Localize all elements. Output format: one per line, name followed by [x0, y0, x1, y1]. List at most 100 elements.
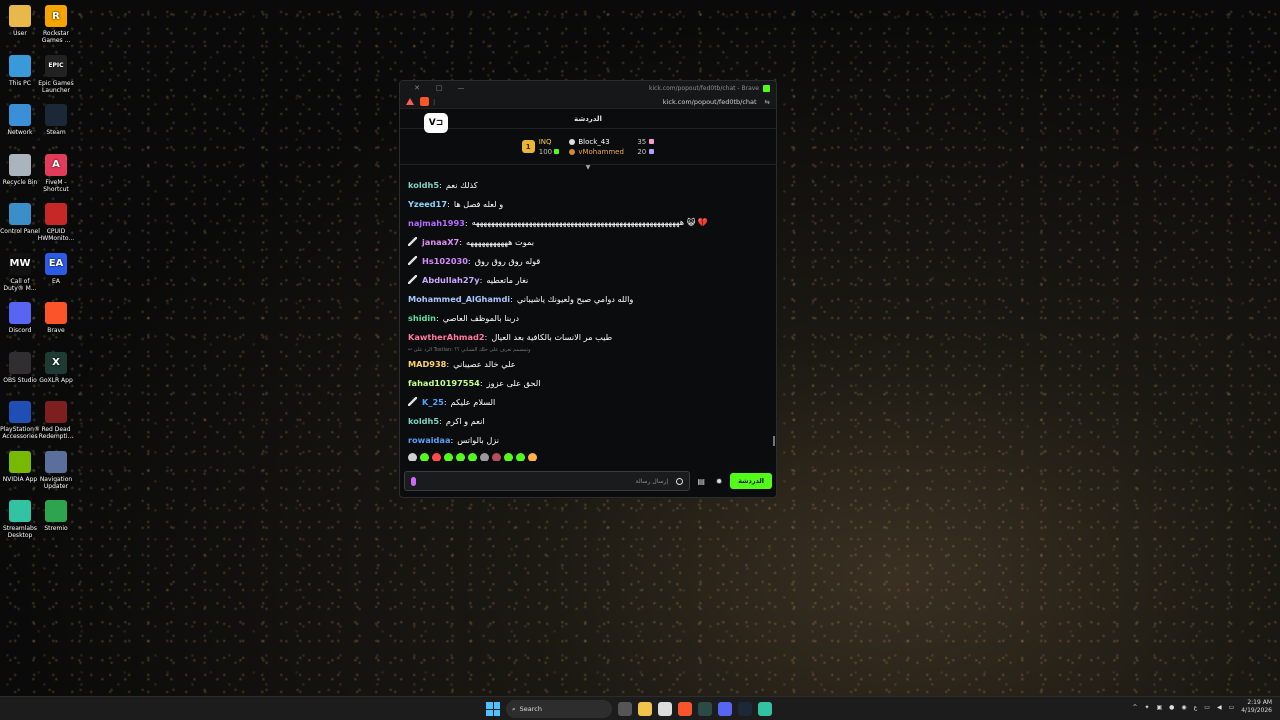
mic-tray-icon[interactable]: ● — [1169, 704, 1174, 711]
desktop-icon[interactable]: NVIDIA App — [0, 450, 40, 483]
store-icon[interactable] — [658, 702, 672, 716]
leaderboard-top[interactable]: 1 INQ 100 — [521, 138, 560, 156]
chat-message[interactable]: KawtherAhmad2: طيب مر الانسات بالكافية بع… — [408, 327, 768, 346]
desktop-icon[interactable]: Red Dead Redempti... — [36, 401, 76, 440]
desktop-icon[interactable]: PlayStation® Accessories — [0, 401, 40, 440]
chat-username[interactable]: KawtherAhmad2 — [408, 332, 485, 342]
desktop-icon[interactable]: Discord — [0, 302, 40, 334]
chat-message[interactable]: rowaidaa: نزل بالواتس — [408, 430, 768, 449]
desktop-icon[interactable]: A FiveM - Shortcut — [36, 153, 76, 193]
volume-icon[interactable]: ◀ — [1217, 704, 1222, 711]
chat-message[interactable]: janaaX7: بموت هههههههههههه — [408, 232, 768, 251]
chat-message[interactable]: K_25: السلام عليكم — [408, 392, 768, 411]
desktop-icon[interactable]: OBS Studio — [0, 351, 40, 384]
taskbar-search[interactable]: ⌕ Search — [506, 700, 612, 718]
desktop-icon[interactable]: This PC — [0, 54, 40, 87]
leaderboard-entry[interactable]: Block_43 35 — [569, 138, 655, 146]
chat-username[interactable]: fahad10197554 — [408, 378, 480, 388]
desktop-icon[interactable]: Recycle Bin — [0, 153, 40, 186]
chat-username[interactable]: shidin — [408, 313, 436, 323]
clock[interactable]: 2:19 AM 4/19/2026 — [1241, 699, 1272, 715]
scrollbar[interactable] — [773, 436, 775, 446]
desktop-icon[interactable]: Stremio — [36, 500, 76, 532]
chat-message[interactable]: koldh5: انعم و اكرم — [408, 411, 768, 430]
network-icon[interactable]: ▭ — [1204, 704, 1210, 711]
desktop-icon[interactable]: Navigation Updater — [36, 450, 76, 490]
chat-message[interactable]: MAD938: علي خالد عصيباني — [408, 354, 768, 373]
chat-message[interactable]: Yzeed17: و لعله فصل ها — [408, 194, 768, 213]
battery-icon[interactable]: ▭ — [1229, 704, 1235, 711]
emote-icon[interactable] — [420, 452, 429, 461]
address-bar[interactable]: | kick.com/popout/fed0tb/chat ⇆ — [400, 95, 776, 109]
chat-username[interactable]: Abdullah27y — [422, 275, 480, 285]
emote-icon[interactable] — [516, 452, 525, 461]
warning-icon[interactable] — [406, 98, 414, 105]
chat-username[interactable]: Hs102030 — [422, 256, 468, 266]
extension-icon[interactable]: ⇆ — [765, 98, 770, 106]
gift-icon[interactable]: ▤ — [694, 474, 708, 488]
desktop-icon[interactable]: MW Call of Duty® M... — [0, 252, 40, 292]
desktop-icon[interactable]: EPIC Epic Games Launcher — [36, 54, 76, 94]
chat-message[interactable]: Hs102030: قوله روق روق روق — [408, 251, 768, 270]
steam-taskbar-icon[interactable] — [738, 702, 752, 716]
emote-icon[interactable] — [528, 452, 537, 461]
desktop-icon[interactable]: Brave — [36, 302, 76, 334]
leaderboard-entry[interactable]: vMohammed 20 — [569, 148, 655, 156]
language-indicator[interactable]: ع — [1194, 704, 1198, 711]
brave-shield-icon[interactable] — [420, 97, 429, 106]
file-explorer-icon[interactable] — [638, 702, 652, 716]
gear-icon[interactable]: ✹ — [712, 474, 726, 488]
chat-username[interactable]: MAD938 — [408, 359, 446, 369]
desktop-icon[interactable]: Steam — [36, 104, 76, 136]
desktop-icon[interactable]: User — [0, 5, 40, 37]
chat-popout-window[interactable]: ✕ □ — kick.com/popout/fed0tb/chat - Brav… — [399, 80, 777, 498]
desktop-icon[interactable]: Control Panel — [0, 203, 40, 235]
minimize-window-icon[interactable]: — — [450, 84, 472, 92]
app-tray-icon[interactable]: ▣ — [1157, 704, 1163, 711]
task-view-icon[interactable] — [618, 702, 632, 716]
emote-icon[interactable] — [504, 452, 513, 461]
chat-username[interactable]: Mohammed_AlGhamdi — [408, 294, 510, 304]
desktop-icon[interactable]: R Rockstar Games ... — [36, 5, 76, 44]
chat-username[interactable]: janaaX7 — [422, 237, 459, 247]
close-window-icon[interactable]: ✕ — [406, 84, 428, 92]
desktop-icon[interactable]: CPUID HWMonito... — [36, 203, 76, 242]
desktop-icon[interactable]: X GoXLR App — [36, 351, 76, 384]
chat-message[interactable]: shidin: دربنا بالموظف العاصي — [408, 308, 768, 327]
emote-icon[interactable] — [492, 452, 501, 461]
chat-username[interactable]: K_25 — [422, 397, 444, 407]
steam-tray-icon[interactable]: ◉ — [1181, 704, 1186, 711]
emote-icon[interactable] — [456, 452, 465, 461]
emoji-icon[interactable] — [676, 477, 684, 485]
desktop-icon[interactable]: Network — [0, 104, 40, 136]
chevron-up-icon[interactable]: ^ — [1132, 704, 1137, 711]
chat-message[interactable]: Mohammed_AlGhamdi: والله دوامي صبح ولعيون… — [408, 289, 768, 308]
channel-logo[interactable]: V⊐ — [424, 113, 448, 133]
bluetooth-icon[interactable]: ✦ — [1144, 704, 1149, 711]
windows-start-icon[interactable] — [486, 702, 500, 716]
desktop-icon[interactable]: Streamlabs Desktop — [0, 500, 40, 539]
emote-icon[interactable] — [432, 452, 441, 461]
shield-icon[interactable] — [763, 84, 770, 92]
discord-taskbar-icon[interactable] — [718, 702, 732, 716]
chat-messages[interactable]: koldh5: كذلك نعم Yzeed17: و لعله فصل ها najm… — [400, 171, 776, 461]
chat-message[interactable]: Abdullah27y: نغار ماتعطيه — [408, 270, 768, 289]
reply-context[interactable]: ↩ الرد على Tostlan: وتمسمم تعرف على حلك … — [408, 346, 768, 354]
chat-username[interactable]: rowaidaa — [408, 435, 450, 445]
url-text[interactable]: kick.com/popout/fed0tb/chat — [663, 98, 757, 106]
chat-username[interactable]: Yzeed17 — [408, 199, 447, 209]
emote-icon[interactable] — [408, 452, 417, 461]
emote-icon[interactable] — [480, 452, 489, 461]
chat-username[interactable]: koldh5 — [408, 180, 439, 190]
title-bar[interactable]: ✕ □ — kick.com/popout/fed0tb/chat - Brav… — [400, 81, 776, 95]
chat-username[interactable]: koldh5 — [408, 416, 439, 426]
chat-message[interactable]: fahad10197554: الحق على عزوز — [408, 373, 768, 392]
brave-taskbar-icon[interactable] — [678, 702, 692, 716]
chat-message[interactable]: koldh5: كذلك نعم — [408, 175, 768, 194]
chat-send-button[interactable]: الدردشة — [730, 473, 772, 489]
emote-icon[interactable] — [468, 452, 477, 461]
goxlr-taskbar-icon[interactable] — [698, 702, 712, 716]
chat-input[interactable]: إرسال رسالة — [404, 471, 691, 491]
chat-username[interactable]: najmah1993 — [408, 218, 465, 228]
desktop-icon[interactable]: EA EA — [36, 252, 76, 285]
